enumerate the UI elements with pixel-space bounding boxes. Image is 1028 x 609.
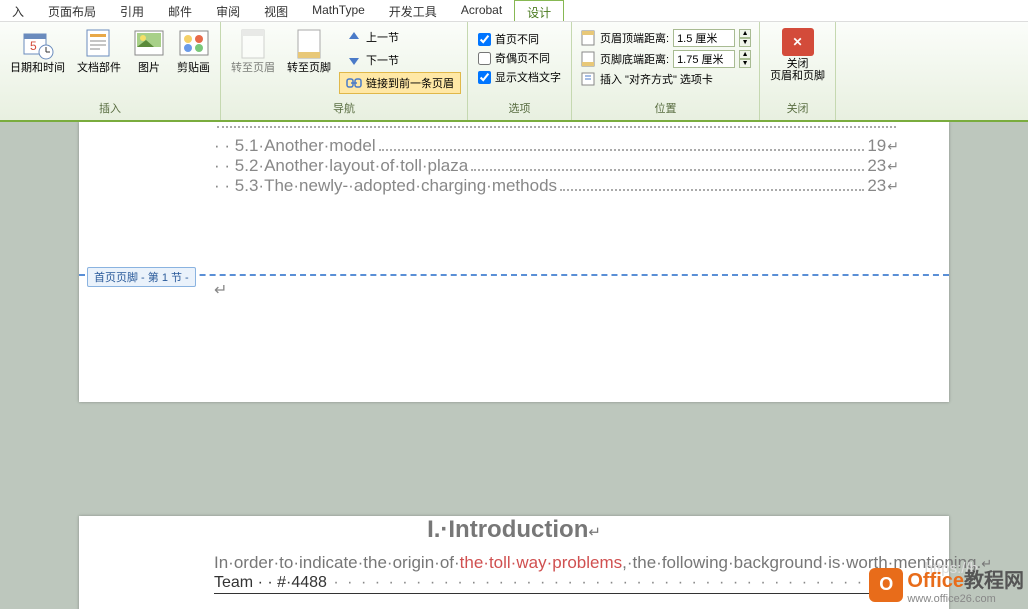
spin-up[interactable]: ▲ [739,29,751,38]
arrow-down-icon [346,52,362,68]
tab-developer[interactable]: 开发工具 [377,0,449,21]
picture-icon [133,28,165,60]
spin-down[interactable]: ▼ [739,59,751,68]
footer-distance-row: 页脚底端距离: ▲▼ [578,49,753,69]
toc-line: · · 5.3·The·newly-·adopted·charging·meth… [214,176,899,196]
goto-header-icon [237,28,269,60]
footer-distance-input[interactable] [673,50,735,68]
goto-footer-button[interactable]: 转至页脚 [283,26,335,76]
link-to-previous-button[interactable]: 链接到前一条页眉 [339,72,461,94]
tab-design[interactable]: 设计 [514,0,564,21]
document-canvas[interactable]: · · 5.1·Another·model19↵ · · 5.2·Another… [0,122,1028,609]
tab-page-layout[interactable]: 页面布局 [36,0,108,21]
group-options: 首页不同 奇偶页不同 显示文档文字 选项 [468,22,572,120]
odd-even-different-checkbox[interactable]: 奇偶页不同 [474,49,565,67]
next-section-button[interactable]: 下一节 [339,49,461,71]
toc-line [214,126,899,136]
ribbon: 5 日期和时间 文档部件 图片 剪贴画 [0,22,1028,122]
arrow-up-icon [346,29,362,45]
tab-acrobat[interactable]: Acrobat [449,0,514,21]
toc-line: · · 5.1·Another·model19↵ [214,136,899,156]
first-page-different-checkbox[interactable]: 首页不同 [474,30,565,48]
page2-header: Team · · #·4488 · · · · · · · · · · · · … [214,574,899,609]
page-2: Team · · #·4488 · · · · · · · · · · · · … [79,516,949,609]
page-1: · · 5.1·Another·model19↵ · · 5.2·Another… [79,122,949,402]
intro-paragraph: In·order·to·indicate·the·origin·of·the·t… [79,544,949,577]
insert-alignment-tab-button[interactable]: 插入 "对齐方式" 选项卡 [578,70,753,88]
tab-view[interactable]: 视图 [252,0,300,21]
close-x-icon: ✕ [782,28,814,56]
datetime-button[interactable]: 5 日期和时间 [6,26,69,76]
tab-references[interactable]: 引用 [108,0,156,21]
toc-line: · · 5.2·Another·layout·of·toll·plaza23↵ [214,156,899,176]
calendar-clock-icon: 5 [22,28,54,60]
toc: · · 5.1·Another·model19↵ · · 5.2·Another… [79,122,949,196]
show-document-text-checkbox[interactable]: 显示文档文字 [474,68,565,86]
document-parts-icon [83,28,115,60]
clipart-button[interactable]: 剪贴画 [173,26,214,76]
intro-heading: I.·Introduction↵ [79,516,949,544]
watermark-logo: O Office教程网 www.office26.com [869,564,1024,605]
clipart-icon [178,28,210,60]
spin-down[interactable]: ▼ [739,38,751,47]
group-navigation: 转至页眉 转至页脚 上一节 下一节 链接到前一条页眉 [221,22,468,120]
group-insert: 5 日期和时间 文档部件 图片 剪贴画 [0,22,221,120]
tab-stop-icon [580,71,596,87]
group-close: ✕ 关闭 页眉和页脚 关闭 [760,22,836,120]
header-distance-input[interactable] [673,29,735,47]
tab-review[interactable]: 审阅 [204,0,252,21]
goto-header-button[interactable]: 转至页眉 [227,26,279,76]
group-position: 页眉顶端距离: ▲▼ 页脚底端距离: ▲▼ 插入 "对齐方式" 选项卡 位置 [572,22,760,120]
paragraph-mark: ↵ [214,280,227,300]
footer-section-tag: 首页页脚 - 第 1 节 - [87,267,196,287]
tab-insert-partial[interactable]: 入 [0,0,36,21]
ribbon-tabs: 入 页面布局 引用 邮件 审阅 视图 MathType 开发工具 Acrobat… [0,0,1028,22]
tab-mathtype[interactable]: MathType [300,0,377,21]
tab-mailings[interactable]: 邮件 [156,0,204,21]
picture-button[interactable]: 图片 [129,26,169,76]
header-distance-row: 页眉顶端距离: ▲▼ [578,28,753,48]
svg-text:5: 5 [30,39,37,53]
prev-section-button[interactable]: 上一节 [339,26,461,48]
goto-footer-icon [293,28,325,60]
docparts-button[interactable]: 文档部件 [73,26,125,76]
spin-up[interactable]: ▲ [739,50,751,59]
header-top-icon [580,30,596,46]
link-icon [346,75,362,91]
close-header-footer-button[interactable]: ✕ 关闭 页眉和页脚 [766,26,829,84]
office-logo-icon: O [869,568,903,602]
footer-boundary-line [79,274,949,276]
footer-bottom-icon [580,51,596,67]
